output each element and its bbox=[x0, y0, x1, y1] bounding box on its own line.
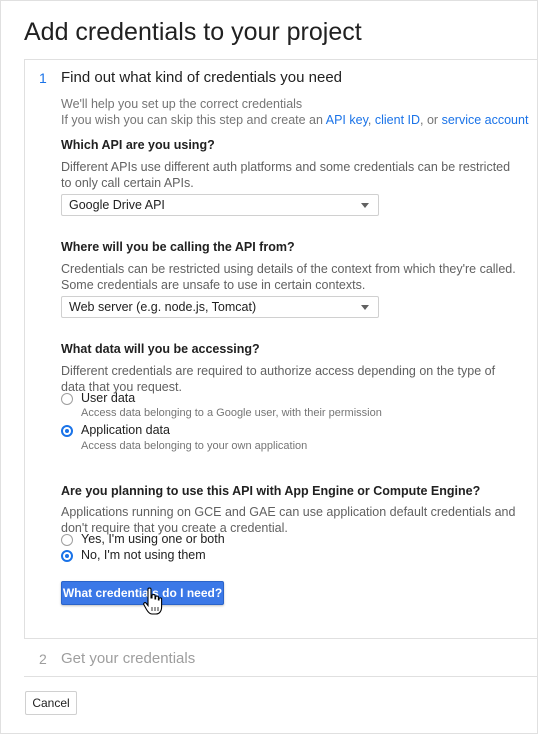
service-account-link[interactable]: service account bbox=[442, 113, 529, 127]
api-question-desc-1: Different APIs use different auth platfo… bbox=[61, 160, 511, 174]
radio-dot bbox=[65, 429, 69, 433]
where-question-desc-1: Credentials can be restricted using deta… bbox=[61, 262, 516, 276]
radio-engine-no[interactable] bbox=[61, 550, 73, 562]
api-question-label: Which API are you using? bbox=[61, 138, 215, 152]
data-question-desc-1: Different credentials are required to au… bbox=[61, 364, 496, 378]
radio-user-data[interactable] bbox=[61, 393, 73, 405]
intro-line-1: We'll help you set up the correct creden… bbox=[61, 97, 303, 111]
intro-comma: , bbox=[367, 113, 372, 127]
divider bbox=[24, 676, 538, 677]
step-2-number: 2 bbox=[39, 651, 47, 667]
radio-application-data-label[interactable]: Application data bbox=[81, 423, 170, 437]
step-1-number: 1 bbox=[39, 70, 47, 86]
radio-engine-yes[interactable] bbox=[61, 534, 73, 546]
radio-user-data-desc: Access data belonging to a Google user, … bbox=[81, 407, 382, 419]
radio-application-data[interactable] bbox=[61, 425, 73, 437]
client-id-link[interactable]: client ID bbox=[375, 113, 420, 127]
engine-question-desc-1: Applications running on GCE and GAE can … bbox=[61, 505, 516, 519]
step-2-title[interactable]: Get your credentials bbox=[61, 650, 195, 667]
where-question-label: Where will you be calling the API from? bbox=[61, 240, 295, 254]
step-1-title: Find out what kind of credentials you ne… bbox=[61, 69, 343, 86]
divider bbox=[24, 59, 538, 60]
divider bbox=[24, 638, 538, 639]
where-select[interactable]: Web server (e.g. node.js, Tomcat) bbox=[61, 296, 379, 318]
radio-application-data-desc: Access data belonging to your own applic… bbox=[81, 440, 308, 452]
cancel-button[interactable]: Cancel bbox=[25, 691, 77, 715]
api-select[interactable]: Google Drive API bbox=[61, 194, 379, 216]
caret-down-icon bbox=[361, 305, 369, 310]
step-connector bbox=[24, 60, 25, 638]
radio-dot bbox=[65, 554, 69, 558]
page-title: Add credentials to your project bbox=[24, 18, 362, 46]
api-question-desc-2: to only call certain APIs. bbox=[61, 176, 194, 190]
hand-pointer-icon bbox=[143, 587, 163, 615]
engine-question-label: Are you planning to use this API with Ap… bbox=[61, 484, 481, 498]
radio-user-data-label[interactable]: User data bbox=[81, 391, 135, 405]
intro-or: , or bbox=[420, 113, 439, 127]
radio-engine-no-label[interactable]: No, I'm not using them bbox=[81, 548, 206, 562]
intro-prefix: If you wish you can skip this step and c… bbox=[61, 113, 323, 127]
where-select-value: Web server (e.g. node.js, Tomcat) bbox=[69, 300, 257, 314]
api-key-link[interactable]: API key bbox=[326, 113, 368, 127]
intro-line-2: If you wish you can skip this step and c… bbox=[61, 112, 528, 128]
data-question-label: What data will you be accessing? bbox=[61, 342, 260, 356]
where-question-desc-2: Some credentials are unsafe to use in ce… bbox=[61, 278, 366, 292]
api-select-value: Google Drive API bbox=[69, 198, 165, 212]
radio-engine-yes-label[interactable]: Yes, I'm using one or both bbox=[81, 532, 225, 546]
caret-down-icon bbox=[361, 203, 369, 208]
